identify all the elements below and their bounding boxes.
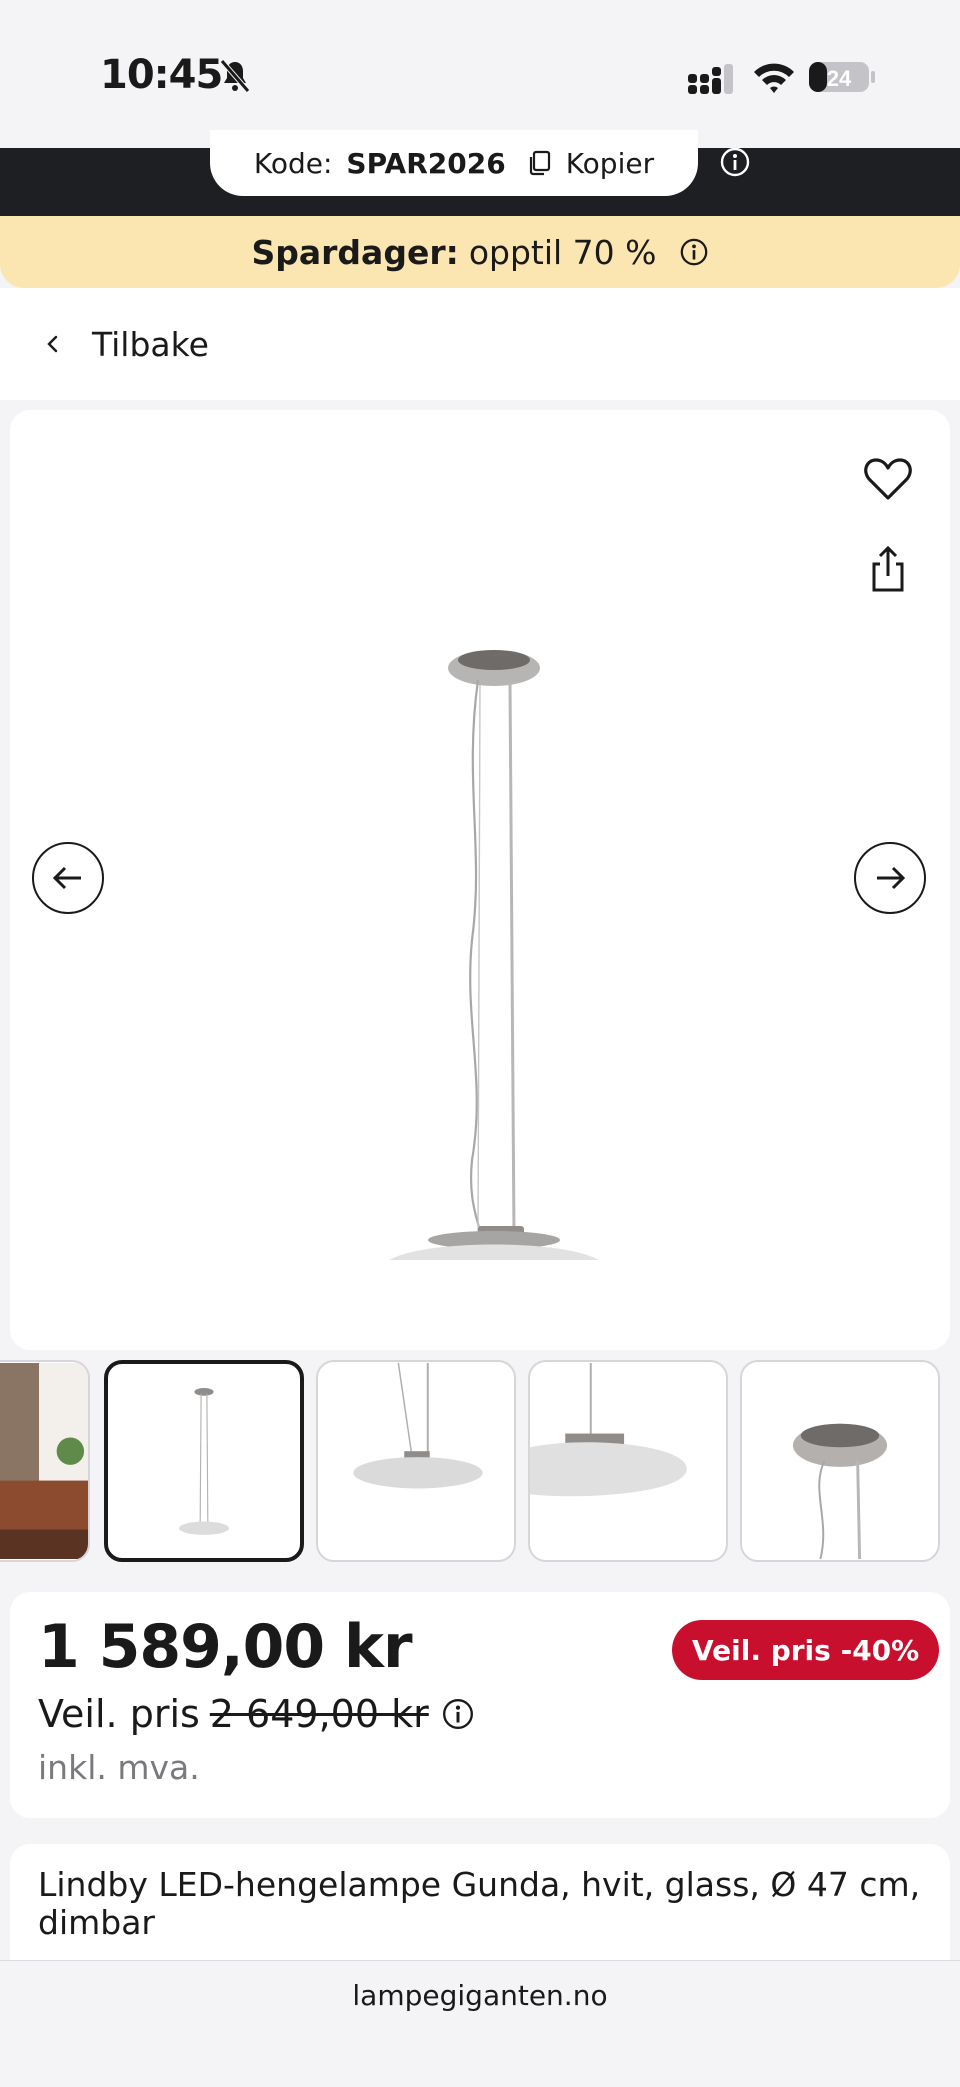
back-button[interactable]: Tilbake	[92, 325, 209, 364]
copy-code-button[interactable]: Kopier	[566, 147, 654, 180]
vat-note: inkl. mva.	[38, 1748, 200, 1787]
status-bar: 10:45 24	[0, 0, 960, 148]
sale-banner-title: Spardager:	[251, 232, 459, 272]
next-image-button[interactable]	[854, 842, 926, 914]
thumbnail-strip	[0, 1360, 960, 1564]
previous-image-button[interactable]	[32, 842, 104, 914]
thumbnail-shade-detail[interactable]	[316, 1360, 516, 1562]
promo-code-label: Kode:	[253, 146, 333, 180]
status-time: 10:45	[100, 52, 223, 98]
thumbnail-shade-closeup[interactable]	[528, 1360, 728, 1562]
product-image[interactable]	[360, 520, 620, 1260]
promo-info-icon[interactable]	[719, 146, 751, 178]
favorite-heart-icon[interactable]	[858, 450, 918, 510]
rrp-label: Veil. pris	[38, 1692, 200, 1736]
sale-banner[interactable]: Spardager: opptil 70 %	[0, 216, 960, 288]
thumbnail-full-lamp[interactable]	[104, 1360, 304, 1562]
promo-code-value: SPAR2026	[346, 146, 506, 180]
copy-icon[interactable]	[528, 150, 552, 176]
back-navigation: Tilbake	[0, 288, 960, 400]
url-text[interactable]: lampegiganten.no	[352, 1979, 607, 2087]
promo-code-pill[interactable]: Kode: SPAR2026 Kopier	[210, 130, 698, 196]
battery-icon: 24	[808, 60, 876, 94]
discount-badge: Veil. pris -40%	[672, 1620, 940, 1680]
recommended-price: Veil. pris 2 649,00 kr	[38, 1692, 475, 1736]
product-title: Lindby LED-hengelampe Gunda, hvit, glass…	[38, 1865, 921, 1942]
arrow-right-icon	[877, 866, 906, 890]
current-price: 1 589,00 kr	[38, 1612, 413, 1682]
arrow-left-icon	[52, 866, 81, 890]
rrp-value: 2 649,00 kr	[209, 1692, 429, 1736]
product-image-card	[10, 410, 950, 1350]
cellular-signal-icon	[688, 64, 733, 94]
bell-slash-icon	[220, 59, 250, 93]
sale-info-icon[interactable]	[679, 237, 709, 267]
thumbnail-room-scene[interactable]	[0, 1360, 90, 1562]
rrp-info-icon[interactable]	[441, 1697, 475, 1731]
sale-banner-text: opptil 70 %	[468, 232, 657, 272]
battery-level: 24	[827, 66, 852, 91]
wifi-icon	[754, 63, 794, 93]
share-icon[interactable]	[858, 540, 918, 600]
thumbnail-canopy-detail[interactable]	[740, 1360, 940, 1562]
chevron-left-icon[interactable]	[42, 333, 64, 355]
price-card: 1 589,00 kr Veil. pris 2 649,00 kr inkl.…	[10, 1592, 950, 1818]
browser-address-bar[interactable]: lampegiganten.no	[0, 1960, 960, 2087]
